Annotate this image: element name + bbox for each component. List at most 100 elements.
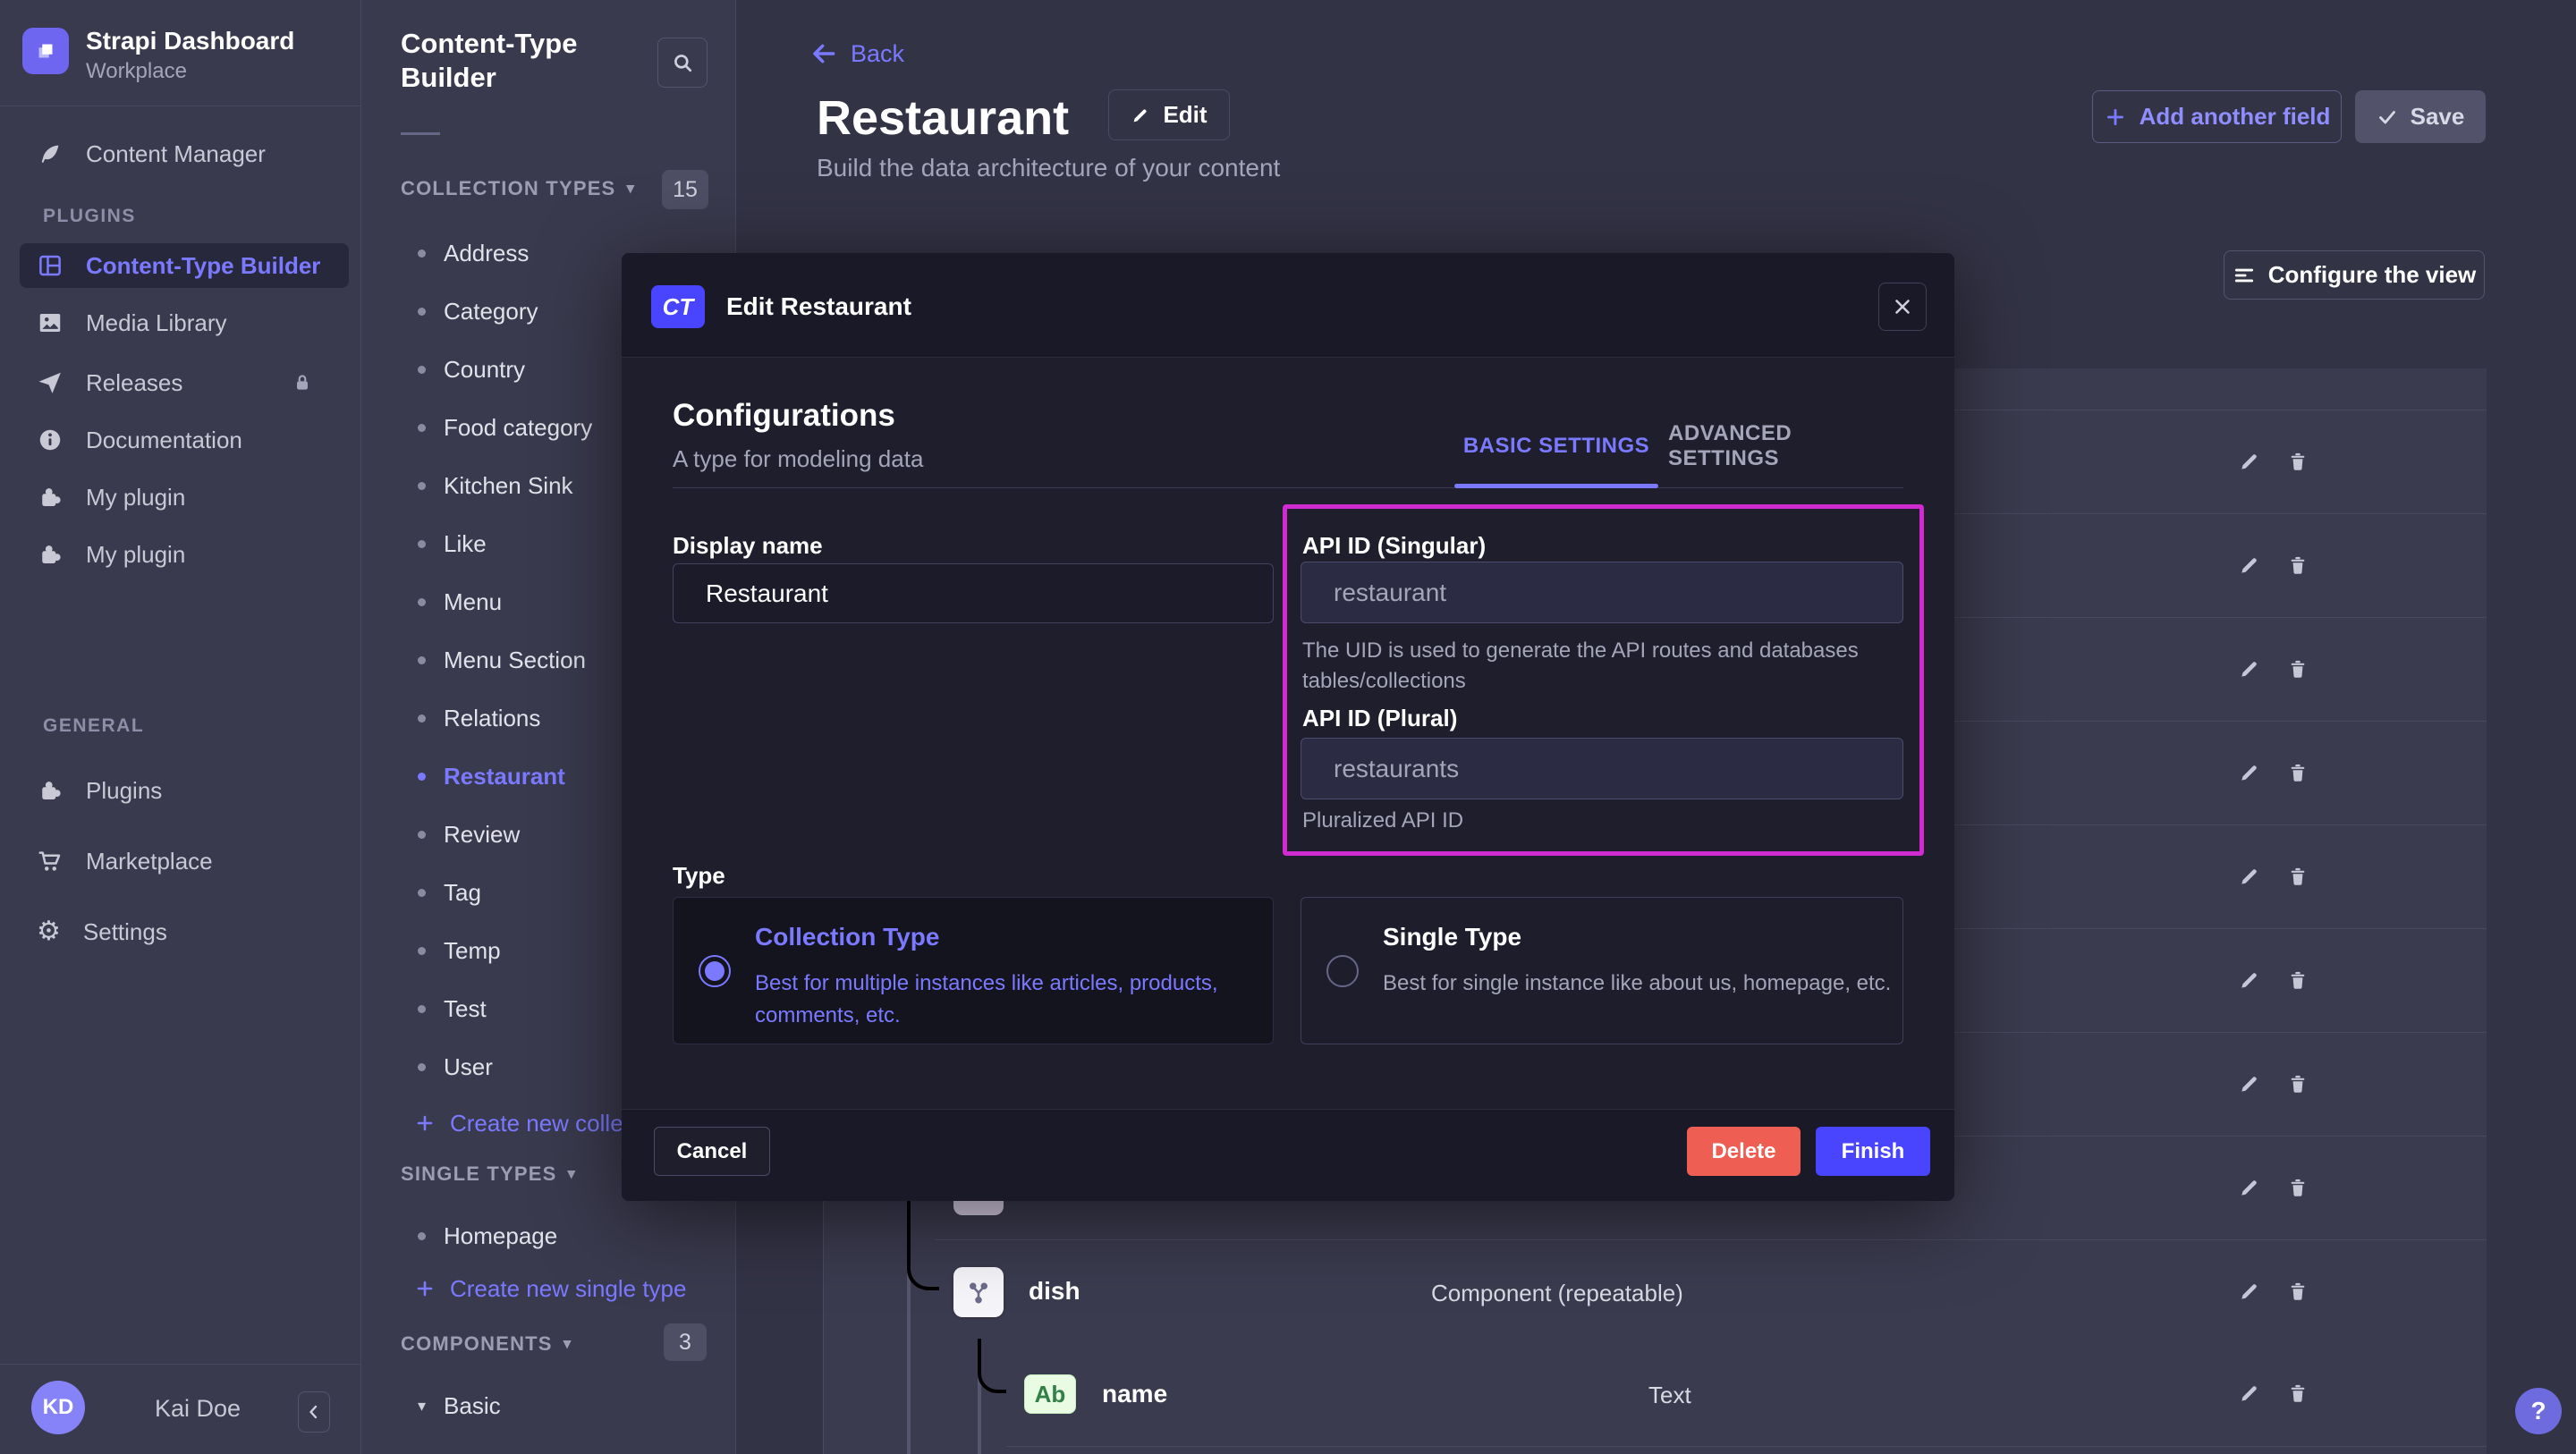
api-id-plural-input[interactable] <box>1301 738 1903 799</box>
collection-count-badge: 15 <box>662 170 708 209</box>
help-button[interactable]: ? <box>2515 1388 2562 1434</box>
delete-button[interactable]: Delete <box>1687 1127 1801 1176</box>
edit-field-icon[interactable] <box>2238 450 2261 473</box>
chevron-down-icon: ▾ <box>568 1165 577 1183</box>
api-id-plural-label: API ID (Plural) <box>1302 705 1457 732</box>
collection-types-heading[interactable]: COLLECTION TYPES▾ <box>401 177 635 200</box>
bullet-icon <box>418 424 426 432</box>
edit-field-icon[interactable] <box>2238 1176 2261 1199</box>
radio-unselected-icon[interactable] <box>1326 955 1359 987</box>
edit-field-icon[interactable] <box>2238 657 2261 681</box>
edit-button[interactable]: Edit <box>1108 89 1230 140</box>
type-label: Type <box>673 862 725 890</box>
general-section-heading: GENERAL <box>43 715 144 737</box>
save-button[interactable]: Save <box>2355 90 2486 143</box>
delete-field-icon[interactable] <box>2286 657 2309 681</box>
create-single-type-link[interactable]: Create new single type <box>407 1267 686 1310</box>
subnav-group-basic[interactable]: ▾Basic <box>407 1382 729 1429</box>
bullet-icon <box>418 1232 426 1240</box>
bullet-icon <box>418 1063 426 1071</box>
collection-type-description: Best for multiple instances like article… <box>755 968 1265 1032</box>
edit-field-icon[interactable] <box>2238 968 2261 992</box>
plus-icon <box>414 1112 436 1134</box>
delete-field-icon[interactable] <box>2286 761 2309 784</box>
user-name: Kai Doe <box>155 1395 241 1423</box>
search-icon <box>670 50 695 75</box>
single-type-option[interactable]: Single Type Best for single instance lik… <box>1301 897 1903 1044</box>
sidebar-item-content-type-builder[interactable]: Content-Type Builder <box>20 243 349 288</box>
subnav-item-homepage[interactable]: Homepage <box>407 1213 729 1259</box>
collapse-sidebar-button[interactable] <box>298 1391 330 1433</box>
tabs-divider <box>673 487 1903 488</box>
back-link[interactable]: Back <box>809 39 904 68</box>
field-row-actions <box>2238 1072 2309 1095</box>
sidebar-item-plugins[interactable]: Plugins <box>0 767 361 814</box>
api-id-plural-help: Pluralized API ID <box>1302 806 1463 836</box>
plus-icon <box>414 1278 436 1299</box>
sidebar-item-media-library[interactable]: Media Library <box>0 300 361 346</box>
delete-field-icon[interactable] <box>2286 554 2309 577</box>
add-another-field-button[interactable]: Add another field <box>2092 90 2342 143</box>
sidebar-item-content-manager[interactable]: Content Manager <box>0 131 361 177</box>
arrow-left-icon <box>809 39 838 68</box>
bullet-icon <box>418 308 426 316</box>
collection-type-option[interactable]: Collection Type Best for multiple instan… <box>673 897 1274 1044</box>
delete-field-icon[interactable] <box>2286 1176 2309 1199</box>
field-row-actions <box>2238 968 2309 992</box>
row-divider <box>935 1239 2487 1240</box>
single-type-description: Best for single instance like about us, … <box>1383 968 1893 1000</box>
sidebar-item-documentation[interactable]: Documentation <box>0 417 361 463</box>
puzzle-icon <box>37 484 64 511</box>
search-button[interactable] <box>657 38 708 88</box>
puzzle-icon <box>37 777 64 804</box>
bullet-icon <box>418 1005 426 1013</box>
sidebar-item-marketplace[interactable]: Marketplace <box>0 838 361 884</box>
avatar[interactable]: KD <box>31 1381 85 1434</box>
paper-plane-icon <box>37 369 64 396</box>
hidden-row-icon-partial <box>953 1201 1004 1215</box>
sidebar-item-my-plugin-2[interactable]: My plugin <box>0 531 361 578</box>
close-modal-button[interactable] <box>1878 283 1927 331</box>
bullet-icon <box>418 540 426 548</box>
strapi-logo-icon <box>32 38 59 64</box>
edit-field-icon[interactable] <box>2238 865 2261 888</box>
edit-field-icon[interactable] <box>2238 1382 2261 1405</box>
delete-field-icon[interactable] <box>2286 1280 2309 1303</box>
sidebar-item-my-plugin[interactable]: My plugin <box>0 474 361 520</box>
delete-field-icon[interactable] <box>2286 1072 2309 1095</box>
strapi-logo[interactable] <box>22 28 69 74</box>
chevron-down-icon: ▾ <box>418 1397 426 1416</box>
edit-field-icon[interactable] <box>2238 1280 2261 1303</box>
finish-button[interactable]: Finish <box>1816 1127 1930 1176</box>
cancel-button[interactable]: Cancel <box>654 1127 770 1176</box>
layout-grid-icon <box>37 252 64 279</box>
collection-type-title: Collection Type <box>755 923 939 951</box>
image-icon <box>37 309 64 336</box>
subnav-title: Content-Type Builder <box>401 27 669 95</box>
divider <box>401 132 440 135</box>
delete-field-icon[interactable] <box>2286 1382 2309 1405</box>
radio-selected-icon[interactable] <box>699 955 731 987</box>
pencil-icon <box>1131 106 1150 125</box>
configure-view-button[interactable]: Configure the view <box>2224 250 2485 300</box>
edit-field-icon[interactable] <box>2238 761 2261 784</box>
display-name-input[interactable] <box>673 563 1274 623</box>
components-heading[interactable]: COMPONENTS▾ <box>401 1332 572 1356</box>
tab-advanced-settings[interactable]: ADVANCED SETTINGS <box>1668 423 1901 469</box>
bullet-icon <box>418 773 426 781</box>
tree-line-branch <box>907 1201 939 1290</box>
single-types-heading[interactable]: SINGLE TYPES▾ <box>401 1162 576 1186</box>
tab-basic-settings[interactable]: BASIC SETTINGS <box>1454 423 1658 469</box>
edit-field-icon[interactable] <box>2238 1072 2261 1095</box>
delete-field-icon[interactable] <box>2286 968 2309 992</box>
field-type: Text <box>1648 1382 1691 1409</box>
app-title: Strapi Dashboard <box>86 27 294 55</box>
configurations-heading: Configurations <box>673 398 895 434</box>
sidebar-item-settings[interactable]: ⚙ Settings <box>0 909 361 955</box>
api-id-singular-input[interactable] <box>1301 562 1903 623</box>
delete-field-icon[interactable] <box>2286 450 2309 473</box>
edit-field-icon[interactable] <box>2238 554 2261 577</box>
delete-field-icon[interactable] <box>2286 865 2309 888</box>
gear-icon: ⚙ <box>37 918 61 945</box>
chevron-down-icon: ▾ <box>564 1335 572 1353</box>
